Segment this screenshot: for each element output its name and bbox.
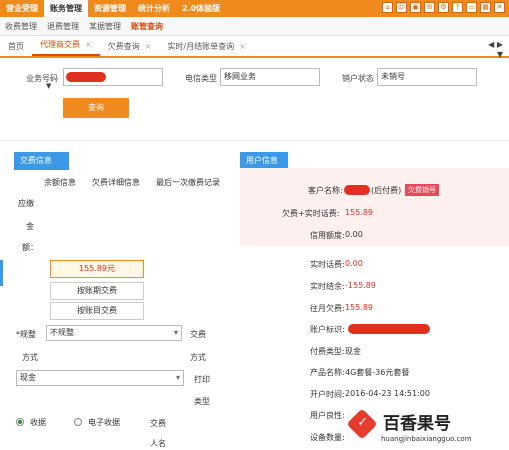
method-label-left: 方式 xyxy=(22,353,38,362)
amount-due-label-1: 应缴 xyxy=(18,199,34,208)
pay-by-period-button[interactable]: 按账期交费 xyxy=(50,282,144,300)
telecom-type-select[interactable]: 移网业务 xyxy=(220,68,320,86)
close-icon[interactable]: × xyxy=(239,38,246,56)
payment-type-value: 现金 xyxy=(345,347,361,356)
print-label: 打印 xyxy=(194,375,210,384)
redacted-customer-name xyxy=(344,185,370,195)
payment-info-header: 交费信息 xyxy=(14,152,69,170)
device-count-label: 设备数量: xyxy=(310,433,345,442)
menu-business-accept[interactable]: 营业受理 xyxy=(0,0,44,17)
receipt-radio-label: 收据 xyxy=(30,418,46,427)
watermark-brand: 百香果号 xyxy=(383,414,451,434)
home-icon[interactable]: ⌂ xyxy=(382,2,393,13)
realtime-balance-label: 实时结余: xyxy=(310,282,345,291)
menu-resource-management[interactable]: 资源管理 xyxy=(88,0,132,17)
account-id-label: 账户标识: xyxy=(310,325,345,334)
subtab-last-payment[interactable]: 最后一次缴费记录 xyxy=(156,177,220,188)
business-no-label: 业务号码 xyxy=(26,74,58,83)
left-edge-handle[interactable] xyxy=(0,260,3,286)
payer-name-label: 人名 xyxy=(150,439,166,448)
credit-limit-value: 0.00 xyxy=(345,230,363,239)
brand-logo-icon xyxy=(346,408,378,440)
open-time-label: 开户时间: xyxy=(310,390,345,399)
user-summary-background xyxy=(240,168,509,246)
payment-method-select[interactable]: 现金 xyxy=(16,370,184,386)
help-icon[interactable]: ? xyxy=(452,2,463,13)
realtime-fee-value: 0.00 xyxy=(345,259,363,268)
page-tabs: 首页 代理商交费 × 欠费查询 × 实时/月结账单查询 × xyxy=(0,36,509,58)
sub-navigation: 收费管理 退费管理 某据管理 账管查询 xyxy=(0,17,509,36)
settings-icon[interactable]: ⚙ xyxy=(438,2,449,13)
tab-label: 代理商交费 xyxy=(40,40,80,49)
subtab-arrears-detail[interactable]: 欠费详细信息 xyxy=(92,177,140,188)
product-name-value: 4G套餐-36元套餐 xyxy=(345,368,410,377)
specification-select[interactable]: 不规整 xyxy=(46,325,182,341)
user-identity-label: 用户良性: xyxy=(310,411,345,420)
top-menu-bar: 营业受理 账务管理 资源管理 统计分析 2.0体验版 ⌂ ☺ ▣ ✉ ⚙ ? ▭… xyxy=(0,0,509,17)
arrears-realtime-label: 欠费+实时话费: xyxy=(282,209,340,218)
tab-bill-query[interactable]: 实时/月结账单查询 × xyxy=(159,38,253,56)
subnav-refund-management[interactable]: 退费管理 xyxy=(42,21,84,32)
close-icon[interactable]: × xyxy=(145,38,152,56)
tab-arrears-query[interactable]: 欠费查询 × xyxy=(100,38,160,56)
arrears-realtime-value: 155.89 xyxy=(345,208,373,217)
lock-icon[interactable]: ▣ xyxy=(410,2,421,13)
tab-label: 欠费查询 xyxy=(107,42,140,51)
method-label-right: 方式 xyxy=(190,353,206,362)
realtime-fee-label: 实时话费: xyxy=(310,260,345,269)
specification-label: *规整 xyxy=(16,330,36,339)
subnav-fee-management[interactable]: 收费管理 xyxy=(0,21,42,32)
redacted-number xyxy=(66,72,106,82)
cancel-status-select[interactable]: 未销号 xyxy=(377,68,477,86)
tab-home[interactable]: 首页 xyxy=(0,38,32,56)
print-type-label: 类型 xyxy=(194,397,210,406)
window-icon[interactable]: ▭ xyxy=(466,2,477,13)
subnav-account-query[interactable]: 账管查询 xyxy=(126,21,168,32)
customer-payment-mode: (后付费) xyxy=(371,186,402,195)
amount-due-label-3: 额： xyxy=(22,243,38,252)
tab-label: 首页 xyxy=(8,42,24,51)
close-icon[interactable]: × xyxy=(85,36,92,54)
tab-dropdown-icon[interactable]: ▼ xyxy=(497,50,503,59)
mail-icon[interactable]: ✉ xyxy=(424,2,435,13)
section-divider xyxy=(0,140,509,141)
telecom-type-label: 电信类型 xyxy=(185,74,217,83)
tab-agent-payment[interactable]: 代理商交费 × xyxy=(32,36,100,56)
watermark: 百香果号 huangjinbaixiangguo.com xyxy=(345,405,509,450)
e-receipt-radio-label: 电子收据 xyxy=(88,418,120,427)
customer-name-label: 客户名称: xyxy=(308,186,343,195)
past-arrears-value: 155.89 xyxy=(345,303,373,312)
realtime-balance-value: -155.89 xyxy=(345,281,376,290)
tab-label: 实时/月结账单查询 xyxy=(167,42,235,51)
payer-label: 交费 xyxy=(150,419,166,428)
subnav-receipt-management[interactable]: 某据管理 xyxy=(84,21,126,32)
business-no-dropdown-icon[interactable]: ▼ xyxy=(46,82,51,90)
cancel-status-label: 销户状态 xyxy=(342,74,374,83)
grid-icon[interactable]: ▦ xyxy=(480,2,491,13)
menu-billing-management[interactable]: 账务管理 xyxy=(44,0,88,17)
pay-by-item-button[interactable]: 按账目交费 xyxy=(50,302,144,320)
user-icon[interactable]: ☺ xyxy=(396,2,407,13)
menu-beta[interactable]: 2.0体验版 xyxy=(176,0,226,17)
credit-limit-label: 信用额度: xyxy=(310,231,345,240)
tab-scroll-arrows[interactable]: ◀ ▶ xyxy=(488,40,503,49)
query-button[interactable]: 查询 xyxy=(63,98,129,118)
exit-icon[interactable]: ✕ xyxy=(494,2,505,13)
redacted-account-id xyxy=(348,324,430,334)
subtab-balance[interactable]: 余额信息 xyxy=(44,177,76,188)
open-time-value: 2016-04-23 14:51:00 xyxy=(345,389,430,398)
amount-due-value: 155.89元 xyxy=(50,260,144,278)
product-name-label: 产品名称: xyxy=(310,368,345,377)
amount-due-label-2: 金 xyxy=(26,222,34,231)
past-arrears-label: 往月欠费: xyxy=(310,304,345,313)
receipt-radio[interactable] xyxy=(16,418,24,426)
payment-fee-label: 交费 xyxy=(190,330,206,339)
payment-type-label: 付费类型: xyxy=(310,347,345,356)
arrears-cancel-badge: 欠费销号 xyxy=(405,184,439,196)
menu-statistics[interactable]: 统计分析 xyxy=(132,0,176,17)
e-receipt-radio[interactable] xyxy=(74,418,82,426)
watermark-url: huangjinbaixiangguo.com xyxy=(381,435,472,443)
